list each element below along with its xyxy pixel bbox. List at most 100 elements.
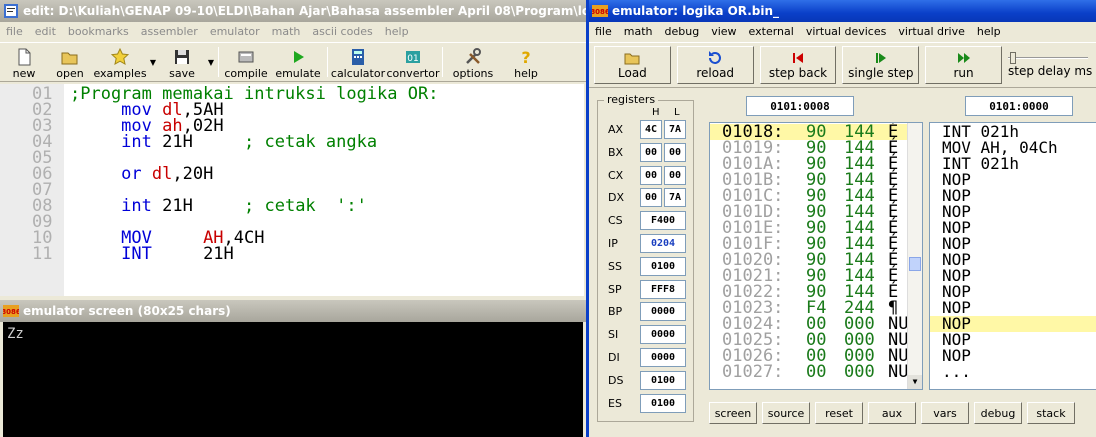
calculator-button[interactable]: calculator	[330, 43, 386, 81]
code-line[interactable]: int 21H ; cetak angka	[70, 132, 377, 152]
register-value[interactable]: 0204	[640, 234, 686, 253]
reset-button[interactable]: reset	[815, 402, 863, 424]
reset-button-label: reset	[825, 406, 853, 420]
code-editor[interactable]: 01 02 03 04 05 06 07 08 09 10 11 ;Program memakai …	[0, 84, 584, 296]
memory-list[interactable]: 01018: 90 144 É 01019: 90 144 É 0101A: 90 144 É 0101…	[709, 122, 923, 390]
examples-button[interactable]: examples	[92, 43, 148, 81]
register-low-byte[interactable]: 7A	[664, 120, 686, 139]
run-button[interactable]: run	[925, 46, 1002, 84]
load-button[interactable]: Load	[594, 46, 671, 84]
register-value[interactable]: 0100	[640, 370, 686, 390]
register-high-byte[interactable]: 00	[640, 188, 662, 208]
slider-thumb[interactable]	[1009, 52, 1016, 64]
step-delay-slider[interactable]	[1007, 52, 1088, 64]
memory-c: NU	[888, 362, 909, 382]
emulate-button[interactable]: emulate	[271, 43, 325, 81]
register-value[interactable]: 0000	[640, 302, 686, 322]
editor-menu-edit[interactable]: edit	[29, 25, 62, 38]
editor-menu-emulator[interactable]: emulator	[204, 25, 266, 38]
code-line[interactable]: int 21H ; cetak ':'	[70, 196, 367, 216]
register-value[interactable]: 0100	[640, 256, 686, 276]
tools-icon	[466, 48, 481, 64]
line-number: 11	[32, 244, 53, 264]
editor-menu-file[interactable]: file	[0, 25, 29, 38]
registers-panel: registers H L AX 4C 7A BX 00 00 CX 00 00 DX 00 7A CS…	[597, 93, 694, 422]
register-high-byte[interactable]: 4C	[640, 120, 662, 139]
aux-button[interactable]: aux	[868, 402, 916, 424]
emu-menu-view[interactable]: view	[705, 25, 742, 38]
register-high-byte[interactable]: 00	[640, 142, 662, 162]
stack-button[interactable]: stack	[1027, 402, 1075, 424]
emu-menu-math[interactable]: math	[618, 25, 659, 38]
editor-app-icon	[4, 4, 18, 18]
emulator-title-bar[interactable]: 8086 emulator: logika OR.bin_	[589, 0, 1096, 22]
memory-row[interactable]: 01027: 00 000 NU	[710, 362, 910, 382]
register-value[interactable]: 0100	[640, 393, 686, 413]
new-button[interactable]: new	[0, 43, 48, 81]
convertor-button[interactable]: 01 convertor	[386, 43, 440, 81]
emu-menu-virtual-devices[interactable]: virtual devices	[800, 25, 893, 38]
emu-menu-virtual-drive[interactable]: virtual drive	[892, 25, 971, 38]
emu8086-app-icon: 8086	[592, 5, 608, 17]
save-dropdown-icon[interactable]: ▼	[206, 43, 216, 81]
source-button[interactable]: source	[762, 402, 810, 424]
memory-scrollbar[interactable]: ▼	[907, 123, 922, 389]
help-button[interactable]: ? help	[501, 43, 551, 81]
editor-menu-bookmarks[interactable]: bookmarks	[62, 25, 135, 38]
screen-title: emulator screen (80x25 chars)	[23, 304, 231, 318]
register-value[interactable]: 0000	[640, 325, 686, 345]
debug-button[interactable]: debug	[974, 402, 1022, 424]
screen-button-label: screen	[714, 406, 752, 420]
code-token: 21H	[162, 196, 193, 216]
editor-menu-help[interactable]: help	[379, 25, 415, 38]
disassembly-list[interactable]: INT 021h MOV AH, 04Ch INT 021h NOP NOP NOP NOP…	[929, 122, 1096, 390]
register-value[interactable]: FFF8	[640, 279, 686, 299]
open-folder-icon	[61, 52, 78, 65]
step-back-button[interactable]: step back	[759, 46, 837, 84]
reload-button[interactable]: reload	[676, 46, 754, 84]
code-line[interactable]: or dl,20H	[70, 166, 213, 183]
memory-address-field[interactable]: 0101:0008	[746, 96, 854, 116]
register-name: SI	[608, 328, 619, 342]
scroll-thumb[interactable]	[909, 257, 921, 271]
save-button[interactable]: save	[158, 43, 206, 81]
examples-dropdown-icon[interactable]: ▼	[148, 43, 158, 81]
code-token: ; cetak ':'	[192, 196, 367, 216]
register-name: DS	[608, 373, 624, 387]
register-name: DI	[608, 351, 620, 364]
disassembly-row[interactable]: ...	[930, 364, 1096, 380]
editor-menu-ascii-codes[interactable]: ascii codes	[306, 25, 378, 38]
help-question-icon: ?	[521, 48, 530, 66]
register-low-byte[interactable]: 00	[664, 165, 686, 185]
single-step-button[interactable]: single step	[842, 46, 920, 84]
register-low-byte[interactable]: 7A	[664, 188, 686, 208]
code-token: int	[70, 132, 163, 152]
calculator-icon	[352, 49, 364, 65]
open-button[interactable]: open	[48, 43, 92, 81]
scroll-down-icon[interactable]: ▼	[908, 375, 922, 389]
register-low-byte[interactable]: 00	[664, 142, 686, 162]
vars-button[interactable]: vars	[921, 402, 969, 424]
emu-menu-external[interactable]: external	[743, 25, 800, 38]
options-button[interactable]: options	[445, 43, 501, 81]
emu-menu-file[interactable]: file	[589, 25, 618, 38]
emu-menu-help[interactable]: help	[971, 25, 1007, 38]
register-value[interactable]: F400	[640, 211, 686, 231]
emu-menu-debug[interactable]: debug	[659, 25, 706, 38]
editor-title-bar[interactable]: edit: D:\Kuliah\GENAP 09-10\ELDI\Bahan A…	[0, 0, 588, 22]
compile-button[interactable]: compile	[221, 43, 271, 81]
convertor-label: convertor	[386, 67, 440, 80]
help-label: help	[514, 67, 538, 80]
disassembly-address-field[interactable]: 0101:0000	[965, 96, 1073, 116]
load-label: Load	[618, 66, 647, 80]
code-line[interactable]: INT 21H	[70, 246, 234, 263]
editor-menu-math[interactable]: math	[266, 25, 307, 38]
memory-address-value: 0101:0008	[770, 99, 830, 113]
screen-button[interactable]: screen	[709, 402, 757, 424]
screen-output-area[interactable]: Zz	[3, 322, 583, 437]
editor-menu-assembler[interactable]: assembler	[135, 25, 204, 38]
register-value[interactable]: 0000	[640, 348, 686, 367]
register-high-byte[interactable]: 00	[640, 165, 662, 185]
screen-title-bar[interactable]: 8086 emulator screen (80x25 chars)	[0, 300, 586, 322]
toolbar-separator	[442, 47, 443, 77]
